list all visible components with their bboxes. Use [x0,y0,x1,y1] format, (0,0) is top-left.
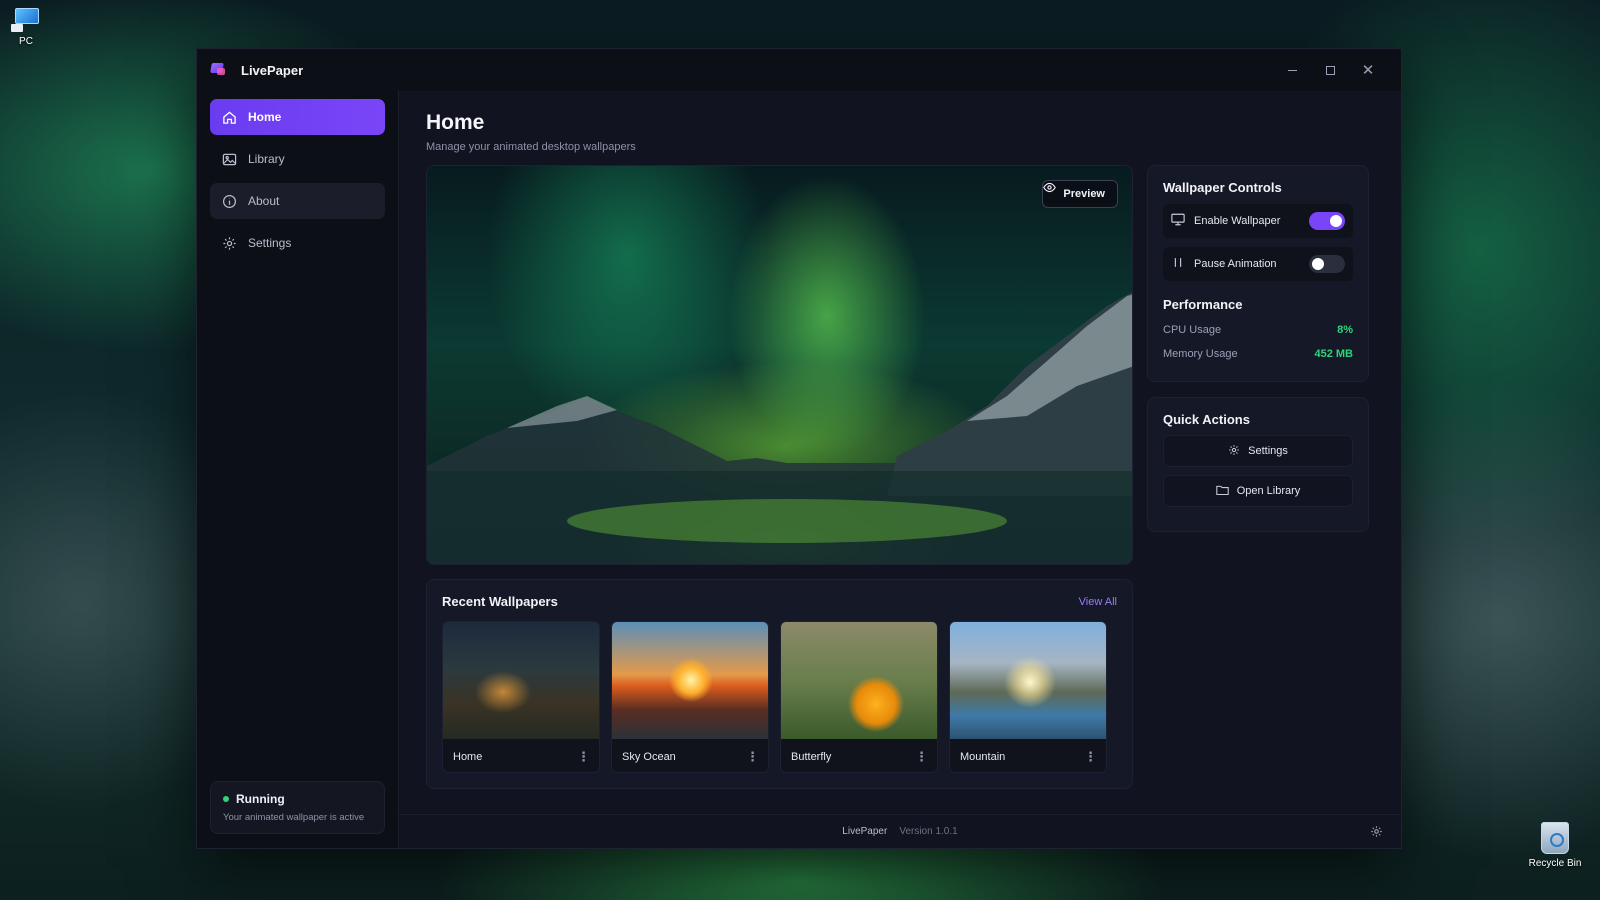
memory-usage-value: 452 MB [1314,348,1353,360]
app-window: LivePaper ✕ Home Library About Settings … [196,48,1402,849]
quick-actions-title: Quick Actions [1163,412,1250,427]
page-subtitle: Manage your animated desktop wallpapers [426,141,636,153]
close-icon: ✕ [1361,61,1375,79]
pause-animation-toggle[interactable] [1309,255,1345,273]
wallpaper-name: Mountain [960,750,1006,763]
sidebar-item-about[interactable]: About [210,183,385,219]
gear-icon [1228,444,1240,459]
footer-app-name: LivePaper [842,826,888,837]
wallpaper-card[interactable]: Mountain ⋮ [949,621,1107,773]
performance-title: Performance [1163,297,1243,312]
home-icon [222,110,237,125]
sidebar-item-label: Home [248,110,282,124]
recent-wallpapers-title: Recent Wallpapers [442,594,558,609]
monitor-icon [1171,213,1185,229]
recent-wallpapers-section: Recent Wallpapers View All Home ⋮ Sky Oc… [426,579,1133,789]
main-panel: Home Manage your animated desktop wallpa… [398,91,1401,848]
maximize-icon [1325,65,1335,75]
wallpaper-thumbnail [612,622,768,739]
wallpaper-thumbnail [950,622,1106,739]
footer-settings-icon[interactable] [1370,825,1383,841]
status-detail: Your animated wallpaper is active [223,812,365,823]
desktop-pc-icon[interactable]: PC [6,6,46,47]
maximize-button[interactable] [1311,56,1349,84]
sidebar: Home Library About Settings Running Your… [197,91,398,848]
pause-icon [1171,256,1185,272]
title-bar[interactable]: LivePaper ✕ [197,49,1401,91]
mountains-illustration [427,292,1132,564]
app-logo-icon [211,63,227,77]
preview-button[interactable]: Preview [1042,180,1118,208]
app-title: LivePaper [241,62,304,78]
sidebar-item-settings[interactable]: Settings [210,225,385,261]
pause-animation-row: Pause Animation [1163,247,1353,281]
more-options-icon[interactable]: ⋮ [915,749,928,765]
sidebar-item-label: About [248,194,280,208]
close-button[interactable]: ✕ [1349,56,1387,84]
quick-actions-card: Quick Actions Settings Open Library [1147,397,1369,532]
memory-usage-label: Memory Usage [1163,348,1238,360]
minimize-icon [1287,69,1297,71]
view-all-link[interactable]: View All [1079,596,1117,608]
gear-icon [222,236,237,251]
wallpaper-thumbnail [781,622,937,739]
enable-wallpaper-row: Enable Wallpaper [1163,204,1353,238]
status-dot-icon [223,796,229,802]
sidebar-item-home[interactable]: Home [210,99,385,135]
open-library-button[interactable]: Open Library [1163,475,1353,507]
wallpaper-preview[interactable]: Preview [426,165,1133,565]
image-icon [222,152,237,167]
memory-usage-row: Memory Usage 452 MB [1163,348,1353,360]
more-options-icon[interactable]: ⋮ [577,749,590,765]
wallpaper-name: Home [453,750,483,763]
info-icon [222,194,237,209]
minimize-button[interactable] [1273,56,1311,84]
quick-settings-button[interactable]: Settings [1163,435,1353,467]
sidebar-item-label: Settings [248,236,292,250]
more-options-icon[interactable]: ⋮ [1084,749,1097,765]
footer-version: Version 1.0.1 [899,826,958,837]
computer-icon [11,6,41,32]
quick-settings-label: Settings [1248,445,1288,457]
enable-wallpaper-label: Enable Wallpaper [1194,215,1281,227]
more-options-icon[interactable]: ⋮ [746,749,759,765]
sidebar-item-label: Library [248,152,285,166]
cpu-usage-row: CPU Usage 8% [1163,324,1353,336]
preview-label: Preview [1063,188,1105,200]
folder-icon [1215,484,1229,499]
controls-title: Wallpaper Controls [1163,180,1282,195]
status-label: Running [236,792,285,806]
pause-animation-label: Pause Animation [1194,258,1277,270]
desktop-recycle-bin[interactable]: Recycle Bin [1522,822,1588,869]
status-card: Running Your animated wallpaper is activ… [210,781,385,834]
window-controls: ✕ [1273,56,1387,84]
wallpaper-thumbnail [443,622,599,739]
wallpaper-name: Butterfly [791,750,832,763]
enable-wallpaper-toggle[interactable] [1309,212,1345,230]
desktop-pc-label: PC [19,36,33,47]
wallpaper-card[interactable]: Butterfly ⋮ [780,621,938,773]
wallpaper-controls-card: Wallpaper Controls Enable Wallpaper Paus… [1147,165,1369,382]
recycle-bin-icon [1541,822,1569,854]
wallpaper-card[interactable]: Sky Ocean ⋮ [611,621,769,773]
sidebar-item-library[interactable]: Library [210,141,385,177]
cpu-usage-label: CPU Usage [1163,324,1222,336]
cpu-usage-value: 8% [1337,324,1353,336]
wallpaper-name: Sky Ocean [622,750,676,763]
footer-bar: LivePaper Version 1.0.1 [399,814,1401,848]
recycle-bin-label: Recycle Bin [1528,858,1582,869]
open-library-label: Open Library [1236,485,1301,497]
page-title: Home [426,111,485,134]
wallpaper-card[interactable]: Home ⋮ [442,621,600,773]
